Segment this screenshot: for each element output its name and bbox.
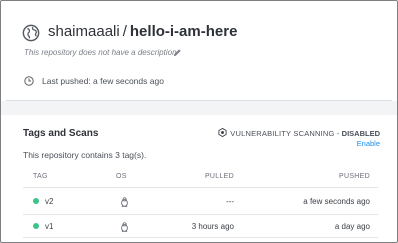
os-cell xyxy=(120,197,129,209)
edit-pencil-icon[interactable] xyxy=(173,48,182,57)
tags-table: TAG OS PULLED PUSHED v2 --- a few second… xyxy=(23,169,378,238)
globe-icon xyxy=(22,24,40,42)
status-dot xyxy=(33,198,39,204)
vulnerability-scanning-status: VULNERABILITY SCANNING - DISABLED xyxy=(218,128,380,138)
status-dot xyxy=(33,223,39,229)
pulled-cell: 3 hours ago xyxy=(191,222,234,231)
repo-description: This repository does not have a descript… xyxy=(24,48,177,57)
tag-cell[interactable]: v1 xyxy=(33,222,53,231)
vulnerability-status-badge: DISABLED xyxy=(341,129,380,138)
tag-count-text: This repository contains 3 tag(s). xyxy=(23,150,147,160)
tag-cell[interactable]: v2 xyxy=(33,197,53,206)
shield-hexagon-icon xyxy=(218,128,227,137)
repo-title: shaimaaali / hello-i-am-here xyxy=(48,22,237,42)
column-header-tag[interactable]: TAG xyxy=(33,173,48,180)
vulnerability-label: VULNERABILITY SCANNING - xyxy=(230,129,340,138)
pushed-cell: a few seconds ago xyxy=(303,197,370,206)
repo-header: shaimaaali / hello-i-am-here This reposito… xyxy=(6,4,392,101)
repo-name: hello-i-am-here xyxy=(129,23,238,40)
column-header-pulled[interactable]: PULLED xyxy=(205,173,234,180)
os-cell xyxy=(120,222,129,234)
tag-name-link[interactable]: v1 xyxy=(45,222,53,231)
clock-icon xyxy=(24,76,34,86)
pushed-cell: a day ago xyxy=(334,222,370,231)
table-row[interactable]: v1 3 hours ago a day ago xyxy=(23,215,378,238)
repo-owner-link[interactable]: shaimaaali xyxy=(48,23,120,40)
column-header-os[interactable]: OS xyxy=(116,173,127,180)
tag-name-link[interactable]: v2 xyxy=(45,197,53,206)
enable-scanning-link[interactable]: Enable xyxy=(357,139,380,148)
table-row[interactable]: v2 --- a few seconds ago xyxy=(23,188,378,215)
linux-icon xyxy=(121,197,128,207)
last-pushed-text: Last pushed: a few seconds ago xyxy=(42,76,164,86)
section-divider xyxy=(1,101,397,115)
tags-section-title: Tags and Scans xyxy=(23,128,99,139)
table-header-row: TAG OS PULLED PUSHED xyxy=(23,169,378,188)
pulled-cell: --- xyxy=(226,197,234,206)
column-header-pushed[interactable]: PUSHED xyxy=(339,173,370,180)
repo-title-separator: / xyxy=(122,23,127,40)
tags-and-scans-panel: Tags and Scans VULNERABILITY SCANNING - … xyxy=(6,115,392,242)
window-frame: shaimaaali / hello-i-am-here This reposito… xyxy=(0,0,398,243)
linux-icon xyxy=(121,222,128,232)
